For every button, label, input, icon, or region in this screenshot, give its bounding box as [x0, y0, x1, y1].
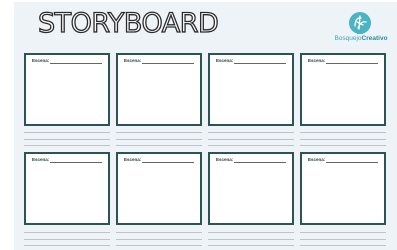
scene-title-line	[142, 162, 194, 163]
note-line	[116, 239, 202, 240]
note-line	[208, 232, 294, 233]
note-line	[24, 245, 110, 246]
note-line	[300, 139, 386, 140]
frame-2: Escena:	[116, 53, 202, 126]
note-line	[208, 145, 294, 146]
note-line	[24, 139, 110, 140]
frame-8: Escena:	[300, 152, 386, 225]
note-line	[208, 239, 294, 240]
brand-name-part2: Creativo	[361, 35, 388, 42]
note-line	[116, 145, 202, 146]
note-line	[300, 245, 386, 246]
note-line	[24, 239, 110, 240]
note-line	[24, 232, 110, 233]
frame-3: Escena:	[208, 53, 294, 126]
brand-logo: BosquejoCreativo	[331, 10, 391, 46]
note-line	[116, 245, 202, 246]
note-line	[300, 145, 386, 146]
frame-7: Escena:	[208, 152, 294, 225]
note-line	[300, 232, 386, 233]
note-line	[208, 139, 294, 140]
scene-title-line	[234, 162, 286, 163]
note-line	[116, 232, 202, 233]
scene-title-line	[326, 63, 378, 64]
scene-label: Escena:	[32, 157, 50, 162]
scene-title-line	[50, 63, 102, 64]
note-line	[24, 145, 110, 146]
scene-title-line	[50, 162, 102, 163]
scene-title-line	[326, 162, 378, 163]
scene-label: Escena:	[124, 157, 142, 162]
note-line	[116, 132, 202, 133]
scene-label: Escena:	[216, 157, 234, 162]
note-line	[208, 132, 294, 133]
scene-label: Escena:	[308, 58, 326, 63]
note-line	[24, 132, 110, 133]
note-line	[208, 245, 294, 246]
brain-logo-icon	[349, 12, 371, 34]
note-line	[300, 132, 386, 133]
scene-label: Escena:	[32, 58, 50, 63]
page-title: STORYBOARD	[37, 8, 219, 39]
frame-6: Escena:	[116, 152, 202, 225]
frame-4: Escena:	[300, 53, 386, 126]
note-line	[116, 139, 202, 140]
frame-5: Escena:	[24, 152, 110, 225]
frame-1: Escena:	[24, 53, 110, 126]
scene-label: Escena:	[216, 58, 234, 63]
scene-title-line	[142, 63, 194, 64]
note-line	[300, 239, 386, 240]
brand-name-part1: Bosquejo	[334, 35, 362, 42]
scene-label: Escena:	[124, 58, 142, 63]
scene-label: Escena:	[308, 157, 326, 162]
brand-name: BosquejoCreativo	[331, 35, 391, 43]
scene-title-line	[234, 63, 286, 64]
